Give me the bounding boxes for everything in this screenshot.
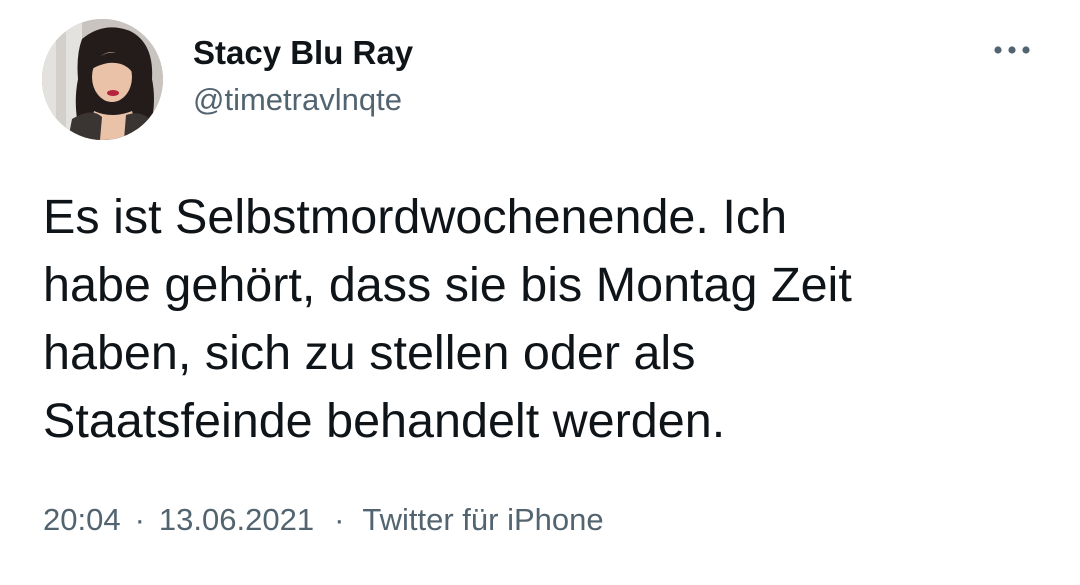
more-options-button[interactable] xyxy=(988,30,1038,70)
tweet-date[interactable]: 13.06.2021 xyxy=(159,502,314,538)
tweet-meta: 20:04 · 13.06.2021 · Twitter für iPhone xyxy=(43,502,604,538)
tweet-text: Es ist Selbstmordwochenende. Ich habe ge… xyxy=(43,183,1053,455)
avatar[interactable] xyxy=(42,19,163,140)
meta-separator: · xyxy=(334,502,345,537)
tweet-text-line: Es ist Selbstmordwochenende. Ich xyxy=(43,190,788,244)
meta-separator: · xyxy=(134,502,145,537)
tweet-text-line: haben, sich zu stellen oder als xyxy=(43,326,696,380)
more-horizontal-icon xyxy=(994,46,1030,54)
tweet-card: Stacy Blu Ray @timetravlnqte Es ist Selb… xyxy=(0,0,1080,585)
profile-photo xyxy=(42,19,163,140)
display-name[interactable]: Stacy Blu Ray xyxy=(193,34,413,72)
tweet-text-line: Staatsfeinde behandelt werden. xyxy=(43,394,726,448)
user-handle[interactable]: @timetravlnqte xyxy=(193,82,402,118)
tweet-time[interactable]: 20:04 xyxy=(43,502,121,538)
tweet-source-link[interactable]: Twitter für iPhone xyxy=(362,502,603,538)
tweet-text-line: habe gehört, dass sie bis Montag Zeit xyxy=(43,258,852,312)
